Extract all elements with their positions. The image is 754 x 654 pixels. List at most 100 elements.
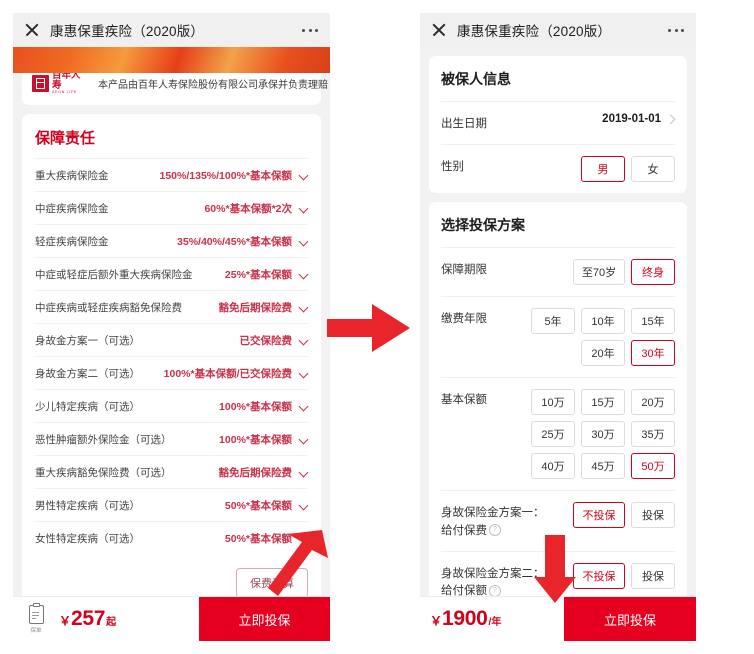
birthdate-row[interactable]: 出生日期 2019-01-01 bbox=[441, 101, 675, 144]
screenshot-stage: 康惠保重疾险（2020版） 百年人寿 AEON LIFE 本产品由百年人寿保险股… bbox=[0, 0, 754, 654]
chevron-down-icon[interactable] bbox=[299, 237, 308, 246]
chevron-down-icon[interactable] bbox=[299, 534, 308, 543]
coverage-name: 重大疾病豁免保险费（可选） bbox=[35, 466, 172, 479]
chevron-down-icon[interactable] bbox=[299, 171, 308, 180]
chevron-down-icon[interactable] bbox=[299, 468, 308, 477]
amount-option-15w[interactable]: 15万 bbox=[581, 389, 625, 416]
coverage-value: 25%*基本保额 bbox=[224, 268, 292, 281]
coverage-row[interactable]: 身故金方案二（可选） 100%*基本保额/已交保险费 bbox=[35, 356, 308, 389]
chevron-down-icon[interactable] bbox=[299, 204, 308, 213]
gender-option-female[interactable]: 女 bbox=[631, 156, 675, 183]
chevron-down-icon[interactable] bbox=[299, 501, 308, 510]
close-icon[interactable] bbox=[432, 23, 446, 37]
apply-now-button[interactable]: 立即投保 bbox=[199, 597, 330, 641]
coverage-row[interactable]: 少儿特定疾病（可选） 100%*基本保额 bbox=[35, 389, 308, 422]
right-phone-screen: 康惠保重疾险（2020版） 被保人信息 出生日期 2019-01-01 性别 男 bbox=[420, 13, 696, 641]
payment-option-5y[interactable]: 5年 bbox=[531, 308, 575, 335]
coverage-value: 50%*基本保额 bbox=[224, 532, 292, 545]
premium-trial-button[interactable]: 保费试算 bbox=[236, 568, 308, 597]
coverage-row[interactable]: 恶性肿瘤额外保险金（可选） 100%*基本保额 bbox=[35, 422, 308, 455]
chevron-down-icon[interactable] bbox=[299, 435, 308, 444]
coverage-row[interactable]: 身故金方案一（可选） 已交保险费 bbox=[35, 323, 308, 356]
chevron-down-icon[interactable] bbox=[299, 369, 308, 378]
coverage-value: 150%/135%/100%*基本保额 bbox=[159, 169, 293, 182]
coverage-row[interactable]: 重大疾病保险金 150%/135%/100%*基本保额 bbox=[35, 158, 308, 191]
amount-option-25w[interactable]: 25万 bbox=[531, 421, 575, 448]
birthdate-value: 2019-01-01 bbox=[602, 113, 661, 125]
price-currency: ￥ bbox=[430, 614, 443, 628]
chevron-down-icon[interactable] bbox=[299, 270, 308, 279]
left-titlebar: 康惠保重疾险（2020版） bbox=[13, 13, 330, 47]
coverage-value: 60%*基本保额*2次 bbox=[204, 202, 292, 215]
close-icon[interactable] bbox=[25, 23, 39, 37]
coverage-value: 35%/40%/45%*基本保额 bbox=[177, 235, 292, 248]
coverage-row[interactable]: 中症疾病保险金 60%*基本保额*2次 bbox=[35, 191, 308, 224]
rider2-option-accept[interactable]: 投保 bbox=[631, 562, 675, 589]
chevron-right-icon[interactable] bbox=[667, 115, 675, 123]
coverage-name: 身故金方案一（可选） bbox=[35, 334, 140, 347]
coverage-term-options: 至70岁 终身 bbox=[573, 259, 675, 286]
more-options-icon[interactable] bbox=[668, 28, 684, 32]
payment-term-options: 5年 10年 15年 20年 30年 bbox=[497, 308, 675, 367]
help-icon[interactable]: ? bbox=[489, 524, 501, 537]
price-amount: 1900 bbox=[442, 607, 488, 630]
coverage-value: 50%*基本保额 bbox=[224, 499, 292, 512]
coverage-name: 中症或轻症后额外重大疾病保险金 bbox=[35, 268, 193, 281]
plan-section-title: 选择投保方案 bbox=[441, 217, 525, 234]
chevron-down-icon[interactable] bbox=[299, 336, 308, 345]
coverage-term-label: 保障期限 bbox=[441, 264, 487, 277]
amount-option-10w[interactable]: 10万 bbox=[531, 389, 575, 416]
payment-option-30y[interactable]: 30年 bbox=[631, 340, 675, 367]
policy-icon-button[interactable]: 保单 bbox=[13, 602, 59, 634]
coverage-value: 100%*基本保额 bbox=[219, 433, 292, 446]
payment-option-15y[interactable]: 15年 bbox=[631, 308, 675, 335]
payment-option-20y[interactable]: 20年 bbox=[581, 340, 625, 367]
left-phone-screen: 康惠保重疾险（2020版） 百年人寿 AEON LIFE 本产品由百年人寿保险股… bbox=[13, 13, 330, 641]
rider1-option-accept[interactable]: 投保 bbox=[631, 502, 675, 529]
payment-option-10y[interactable]: 10年 bbox=[581, 308, 625, 335]
birthdate-value-wrap: 2019-01-01 bbox=[602, 113, 675, 125]
chevron-down-icon[interactable] bbox=[299, 303, 308, 312]
coverage-name: 少儿特定疾病（可选） bbox=[35, 400, 140, 413]
trial-button-row: 保费试算 bbox=[22, 558, 321, 597]
insurer-name-en: AEON LIFE bbox=[52, 90, 78, 95]
apply-now-button[interactable]: 立即投保 bbox=[564, 597, 696, 641]
coverage-name: 身故金方案二（可选） bbox=[35, 367, 140, 380]
birthdate-label: 出生日期 bbox=[441, 118, 487, 130]
amount-option-35w[interactable]: 35万 bbox=[631, 421, 675, 448]
right-content-scroll[interactable]: 被保人信息 出生日期 2019-01-01 性别 男 女 选择投保方案 保障期限… bbox=[420, 47, 696, 597]
rider-death-plan1-options: 不投保 投保 bbox=[573, 502, 675, 529]
amount-option-40w[interactable]: 40万 bbox=[531, 453, 575, 480]
coverage-row[interactable]: 女性特定疾病（可选） 50%*基本保额 bbox=[35, 521, 308, 554]
rider1-option-decline[interactable]: 不投保 bbox=[573, 502, 625, 529]
coverage-name: 重大疾病保险金 bbox=[35, 169, 109, 182]
left-price-display: ￥ 257 起 bbox=[59, 607, 116, 631]
coverage-row[interactable]: 重大疾病豁免保险费（可选） 豁免后期保险费 bbox=[35, 455, 308, 488]
coverage-row[interactable]: 男性特定疾病（可选） 50%*基本保额 bbox=[35, 488, 308, 521]
term-option-to-70[interactable]: 至70岁 bbox=[573, 259, 625, 286]
insured-section-title: 被保人信息 bbox=[441, 71, 511, 87]
insurer-logo: 百年人寿 AEON LIFE bbox=[32, 71, 88, 95]
coverage-row[interactable]: 中症疾病或轻症疾病豁免保险费 豁免后期保险费 bbox=[35, 290, 308, 323]
term-option-lifetime[interactable]: 终身 bbox=[631, 259, 675, 286]
chevron-down-icon[interactable] bbox=[299, 402, 308, 411]
right-titlebar: 康惠保重疾险（2020版） bbox=[420, 13, 696, 47]
coverage-name: 男性特定疾病（可选） bbox=[35, 499, 140, 512]
coverage-row[interactable]: 中症或轻症后额外重大疾病保险金 25%*基本保额 bbox=[35, 257, 308, 290]
gender-option-male[interactable]: 男 bbox=[581, 156, 625, 183]
underwriter-statement: 本产品由百年人寿保险股份有限公司承保并负责理赔 bbox=[98, 79, 328, 91]
amount-option-45w[interactable]: 45万 bbox=[581, 453, 625, 480]
gender-options: 男 女 bbox=[581, 156, 675, 183]
left-bottom-bar: 保单 ￥ 257 起 立即投保 bbox=[13, 596, 330, 641]
amount-option-20w[interactable]: 20万 bbox=[631, 389, 675, 416]
coverage-row[interactable]: 轻症疾病保险金 35%/40%/45%*基本保额 bbox=[35, 224, 308, 257]
insured-info-card: 被保人信息 出生日期 2019-01-01 性别 男 女 bbox=[429, 56, 687, 194]
rider2-option-decline[interactable]: 不投保 bbox=[573, 562, 625, 589]
left-content-scroll[interactable]: 百年人寿 AEON LIFE 本产品由百年人寿保险股份有限公司承保并负责理赔 保… bbox=[13, 47, 330, 597]
more-options-icon[interactable] bbox=[302, 28, 318, 32]
amount-option-30w[interactable]: 30万 bbox=[581, 421, 625, 448]
coverage-name: 中症疾病或轻症疾病豁免保险费 bbox=[35, 301, 182, 314]
gender-label: 性别 bbox=[441, 161, 464, 174]
amount-option-50w[interactable]: 50万 bbox=[631, 453, 675, 480]
coverage-value: 100%*基本保额/已交保险费 bbox=[163, 367, 292, 380]
